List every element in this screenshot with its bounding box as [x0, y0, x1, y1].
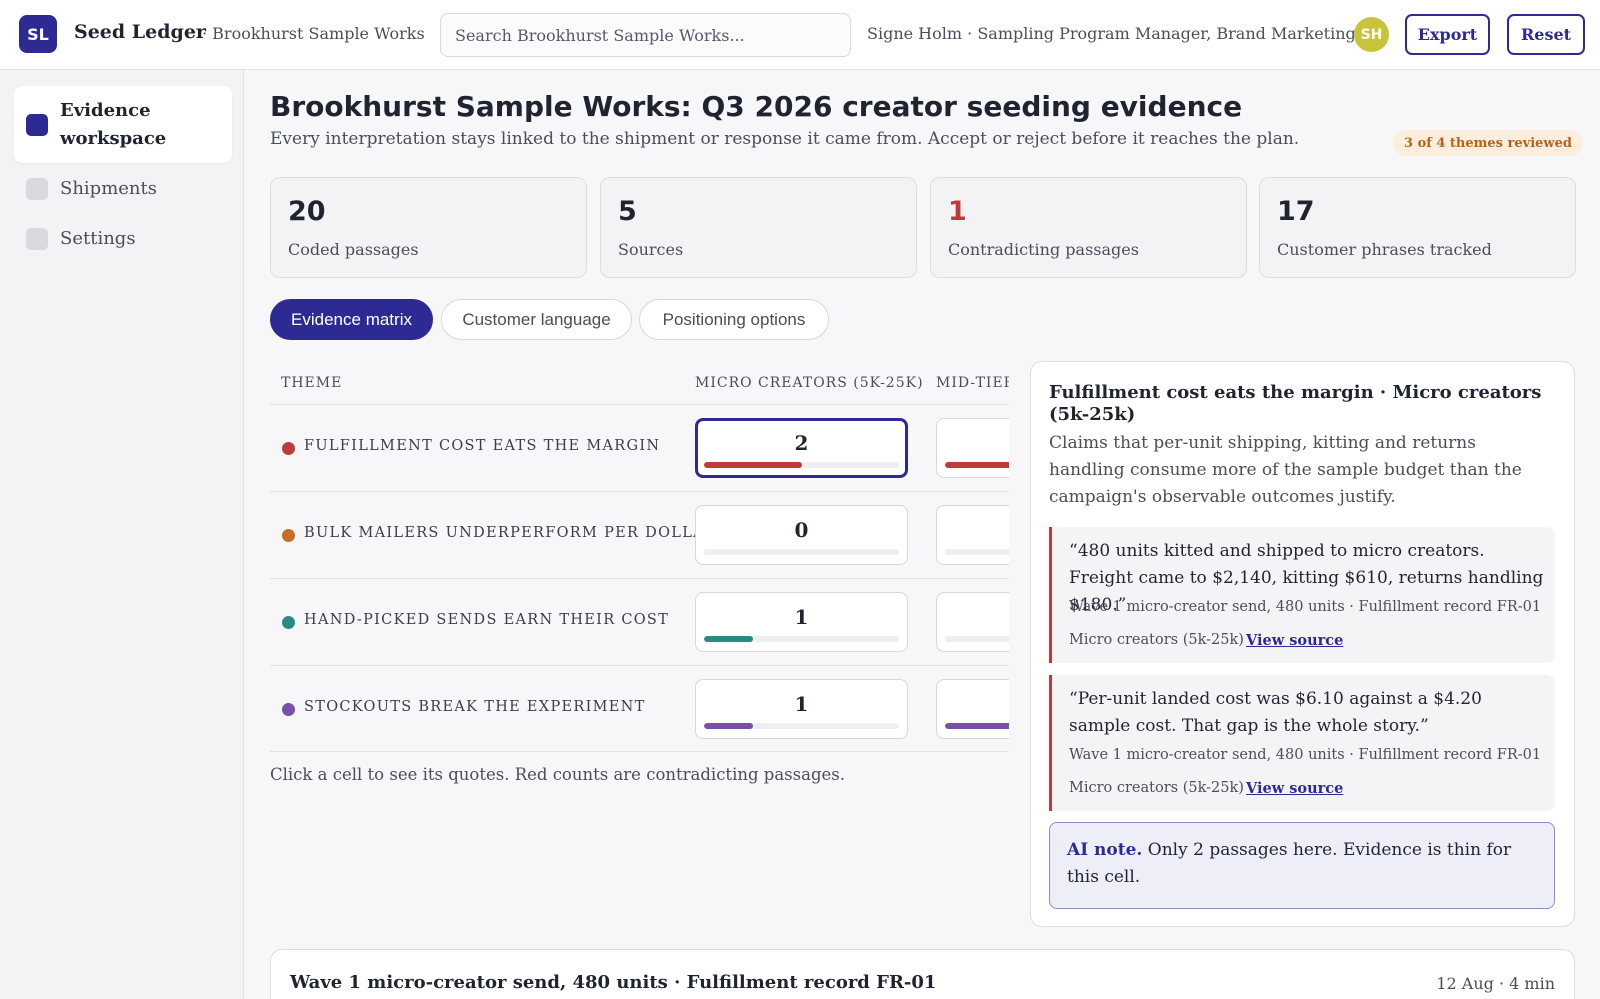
review-status-badge: 3 of 4 themes reviewed — [1393, 130, 1583, 156]
stat-label: Customer phrases tracked — [1277, 240, 1492, 259]
source-title: Wave 1 micro-creator send, 480 units · F… — [290, 972, 937, 993]
column-header-mid-tier: MID-TIER — [936, 375, 1009, 391]
theme-label: HAND-PICKED SENDS EARN THEIR COST — [304, 612, 670, 628]
sidebar-item-label: Settings — [60, 228, 136, 249]
stat-contradicting-passages: 1 Contradicting passages — [930, 177, 1247, 278]
avatar[interactable]: SH — [1354, 17, 1389, 52]
quote-source: Wave 1 micro-creator send, 480 units · F… — [1069, 599, 1542, 615]
stat-value: 17 — [1277, 196, 1315, 227]
column-header-micro-creators: MICRO CREATORS (5K-25K) — [695, 375, 924, 391]
matrix-cell-mid-tier[interactable] — [936, 592, 1009, 652]
matrix-cell-micro[interactable]: 2 — [695, 418, 908, 478]
matrix-cell-mid-tier[interactable] — [936, 505, 1009, 565]
cell-count: 1 — [794, 605, 809, 629]
tab-evidence-matrix[interactable]: Evidence matrix — [270, 299, 433, 340]
sidebar-item-label: Evidence workspace — [60, 99, 167, 149]
search-input[interactable] — [440, 13, 851, 57]
stat-value: 20 — [288, 196, 326, 227]
matrix-hint: Click a cell to see its quotes. Red coun… — [270, 765, 845, 784]
shipments-icon — [26, 178, 48, 200]
cell-detail-panel: Fulfillment cost eats the margin · Micro… — [1030, 361, 1575, 927]
user-name-role: Signe Holm · Sampling Program Manager, B… — [867, 24, 1356, 43]
cell-bar-track — [704, 636, 899, 642]
cell-bar-fill — [704, 636, 753, 642]
cell-bar-track — [945, 549, 1009, 555]
ai-note-tag: AI note. — [1067, 840, 1143, 860]
top-bar: SL Seed Ledger · Brookhurst Sample Works… — [0, 0, 1600, 70]
matrix-row: HAND-PICKED SENDS EARN THEIR COST 1 — [270, 578, 1009, 665]
theme-label: FULFILLMENT COST EATS THE MARGIN — [304, 438, 661, 454]
settings-icon — [26, 228, 48, 250]
ai-note-text: AI note. Only 2 passages here. Evidence … — [1067, 837, 1543, 891]
page-title: Brookhurst Sample Works: Q3 2026 creator… — [270, 90, 1243, 123]
app-logo[interactable]: SL — [19, 15, 57, 53]
detail-description: Claims that per-unit shipping, kitting a… — [1049, 433, 1522, 507]
cell-bar-fill — [704, 723, 753, 729]
quote-card: “Per-unit landed cost was $6.10 against … — [1049, 675, 1555, 811]
stat-customer-phrases: 17 Customer phrases tracked — [1259, 177, 1576, 278]
sidebar-item-settings[interactable]: Settings — [14, 220, 232, 258]
source-meta: 12 Aug · 4 min — [1436, 974, 1555, 993]
sidebar-item-evidence-workspace[interactable]: Evidence workspace — [14, 86, 232, 163]
theme-color-dot — [282, 442, 295, 455]
app-name: Seed Ledger — [74, 21, 206, 43]
matrix-row: STOCKOUTS BREAK THE EXPERIMENT 1 — [270, 665, 1009, 752]
sidebar: Evidence workspace Shipments Settings — [0, 70, 244, 999]
reset-button[interactable]: Reset — [1507, 14, 1585, 55]
matrix-cell-mid-tier[interactable] — [936, 679, 1009, 739]
tab-customer-language[interactable]: Customer language — [441, 299, 632, 340]
stat-label: Contradicting passages — [948, 240, 1139, 259]
matrix-cell-mid-tier[interactable] — [936, 418, 1009, 478]
theme-color-dot — [282, 703, 295, 716]
detail-title: Fulfillment cost eats the margin · Micro… — [1049, 382, 1542, 425]
source-card[interactable]: Wave 1 micro-creator send, 480 units · F… — [270, 949, 1575, 999]
cell-bar-fill — [704, 462, 802, 468]
cell-count: 0 — [794, 518, 809, 542]
quote-text: “Per-unit landed cost was $6.10 against … — [1069, 689, 1482, 736]
cell-bar-track — [704, 462, 899, 468]
quote-card: “480 units kitted and shipped to micro c… — [1049, 527, 1555, 663]
matrix-cell-micro[interactable]: 1 — [695, 592, 908, 652]
quote-segment: Micro creators (5k-25k) — [1069, 632, 1244, 648]
matrix-row: BULK MAILERS UNDERPERFORM PER DOLLAR 0 — [270, 491, 1009, 578]
matrix-row: FULFILLMENT COST EATS THE MARGIN 2 — [270, 404, 1009, 491]
theme-color-dot — [282, 529, 295, 542]
cell-count: 1 — [794, 692, 809, 716]
cell-bar-fill — [945, 723, 1009, 729]
view-source-link[interactable]: View source — [1246, 780, 1343, 797]
quote-source: Wave 1 micro-creator send, 480 units · F… — [1069, 747, 1542, 763]
sidebar-item-label: Shipments — [60, 178, 157, 199]
cell-bar-track — [945, 636, 1009, 642]
stat-label: Coded passages — [288, 240, 419, 259]
stat-sources: 5 Sources — [600, 177, 917, 278]
stat-coded-passages: 20 Coded passages — [270, 177, 587, 278]
workspace-breadcrumb: · Brookhurst Sample Works — [202, 24, 425, 43]
export-button[interactable]: Export — [1405, 14, 1490, 55]
matrix-cell-micro[interactable]: 0 — [695, 505, 908, 565]
tab-positioning-options[interactable]: Positioning options — [639, 299, 829, 340]
page-subtitle: Every interpretation stays linked to the… — [270, 129, 1300, 149]
evidence-matrix: THEME MICRO CREATORS (5K-25K) MID-TIER F… — [270, 360, 1009, 752]
quote-segment: Micro creators (5k-25k) — [1069, 780, 1244, 796]
evidence-workspace-icon — [26, 113, 48, 136]
cell-bar-fill — [945, 462, 1009, 468]
cell-bar-track — [945, 723, 1009, 729]
stat-value: 5 — [618, 196, 637, 227]
theme-color-dot — [282, 616, 295, 629]
stat-label: Sources — [618, 240, 684, 259]
matrix-cell-micro[interactable]: 1 — [695, 679, 908, 739]
theme-label: STOCKOUTS BREAK THE EXPERIMENT — [304, 699, 646, 715]
theme-label: BULK MAILERS UNDERPERFORM PER DOLLAR — [304, 525, 718, 541]
view-source-link[interactable]: View source — [1246, 632, 1343, 649]
cell-bar-track — [704, 723, 899, 729]
column-header-theme: THEME — [281, 375, 343, 391]
cell-bar-track — [945, 462, 1009, 468]
stat-value: 1 — [948, 196, 967, 227]
ai-note: AI note. Only 2 passages here. Evidence … — [1049, 822, 1555, 909]
cell-bar-track — [704, 549, 899, 555]
cell-count: 2 — [794, 431, 809, 455]
sidebar-item-shipments[interactable]: Shipments — [14, 170, 232, 208]
